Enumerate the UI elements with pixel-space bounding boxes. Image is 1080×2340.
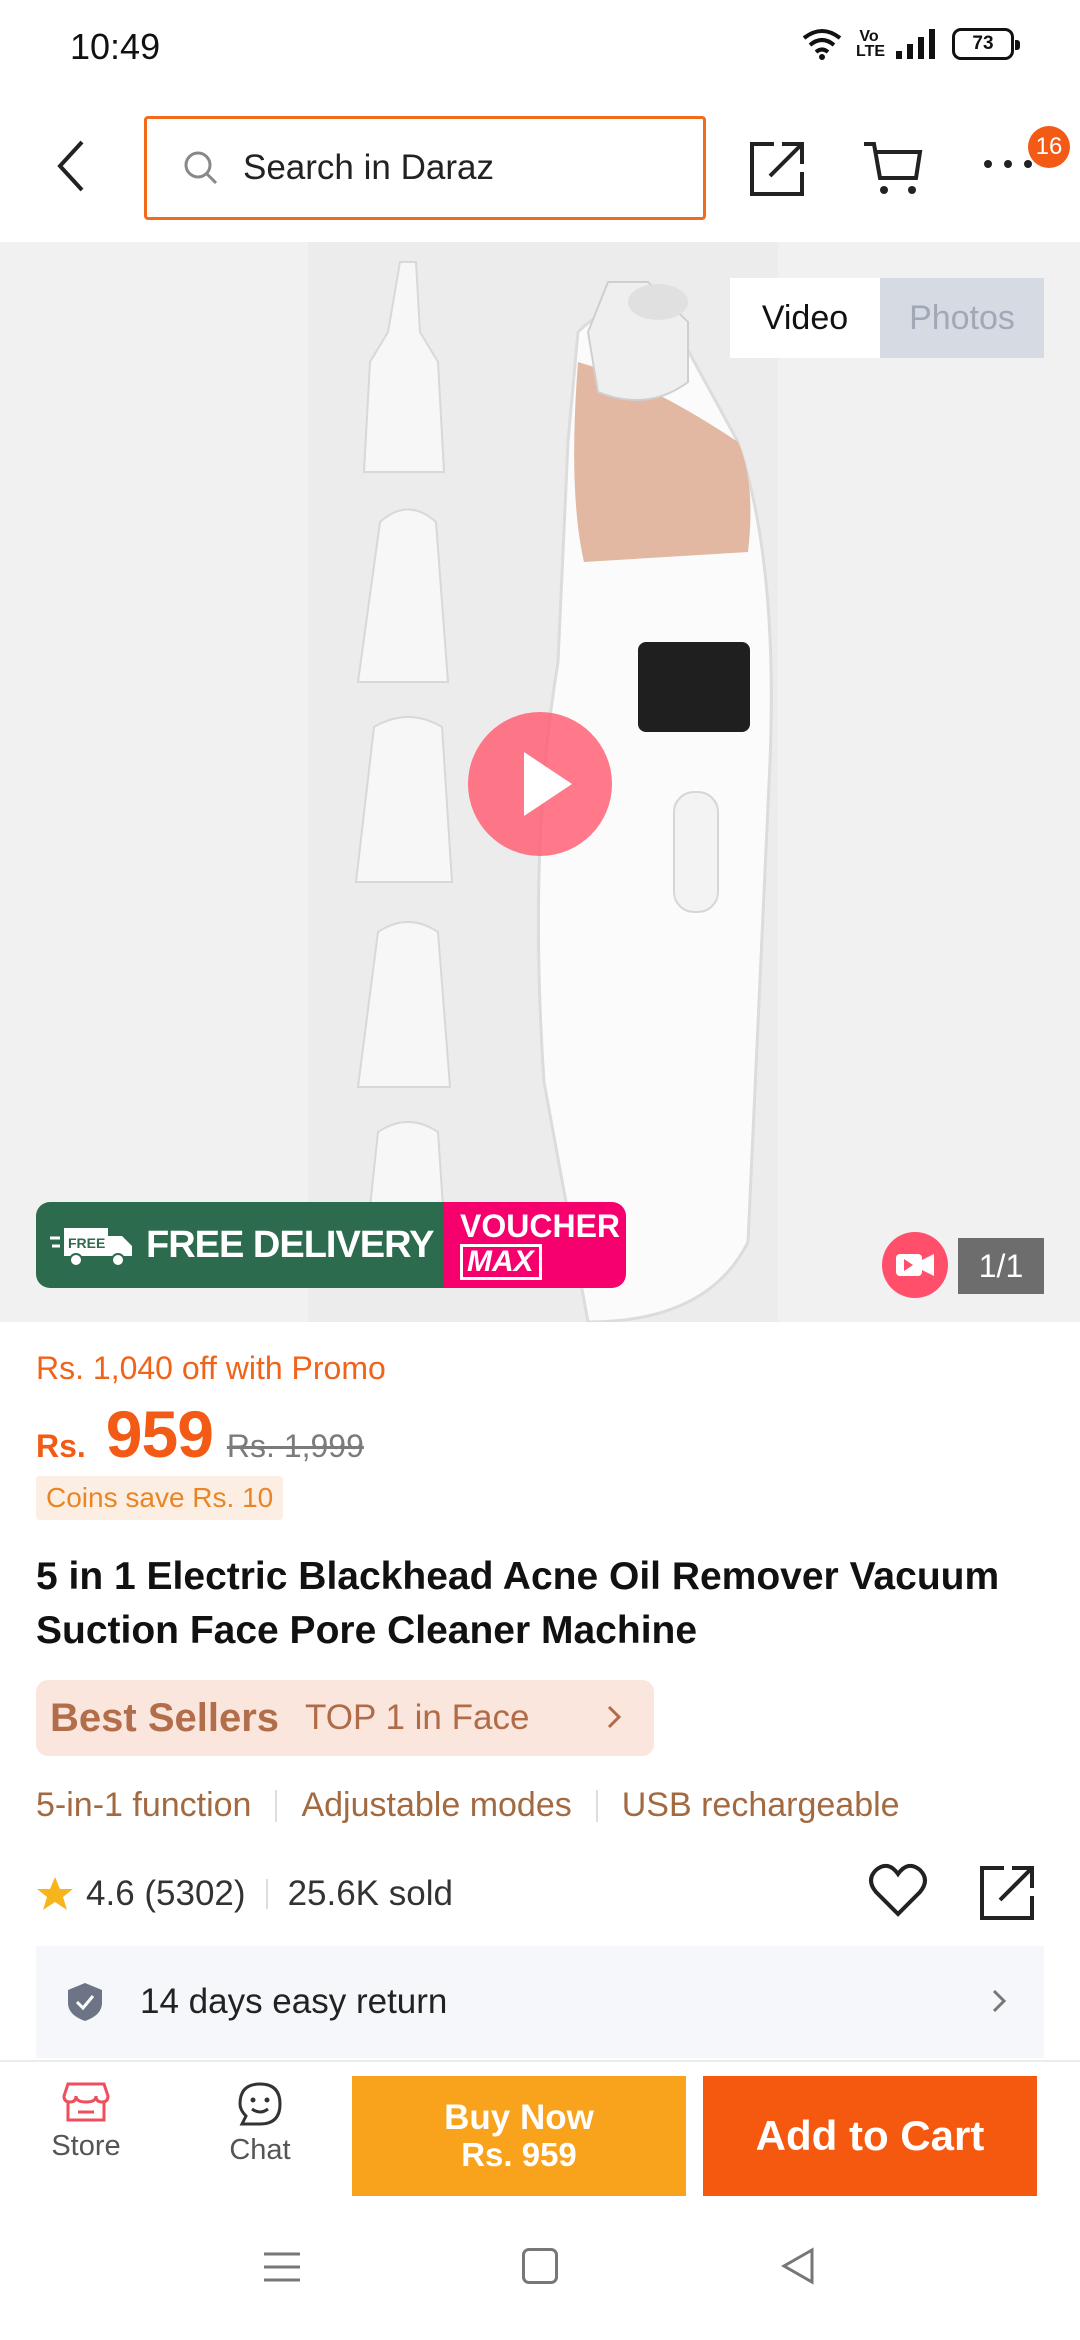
return-policy-row[interactable]: 14 days easy return xyxy=(36,1946,1044,2058)
tab-video[interactable]: Video xyxy=(730,278,880,358)
best-sellers-banner[interactable]: Best Sellers TOP 1 in Face xyxy=(36,1680,654,1756)
share-icon[interactable] xyxy=(748,138,808,198)
status-icons: Vo LTE 73 xyxy=(802,28,1020,60)
buy-now-price: Rs. 959 xyxy=(461,2136,577,2173)
rating-value: 4.6 (5302) xyxy=(86,1874,246,1913)
search-icon xyxy=(184,151,218,185)
add-to-cart-button[interactable]: Add to Cart xyxy=(703,2076,1037,2196)
free-delivery-banner: FREE FREE DELIVERY xyxy=(36,1202,444,1288)
bottom-action-bar: Store Chat Buy Now Rs. 959 Add to Cart xyxy=(0,2060,1080,2196)
original-price: Rs. 1,999 xyxy=(226,1428,364,1464)
store-button[interactable]: Store xyxy=(36,2080,136,2190)
buy-now-button[interactable]: Buy Now Rs. 959 xyxy=(352,2076,686,2196)
product-media[interactable]: Video Photos FREE FREE DELIVERY VOUCHER … xyxy=(0,242,1080,1322)
notification-badge: 16 xyxy=(1028,126,1070,168)
share-icon[interactable] xyxy=(978,1862,1038,1922)
product-title: 5 in 1 Electric Blackhead Acne Oil Remov… xyxy=(36,1555,1000,1652)
chat-icon xyxy=(238,2082,282,2126)
voucher-max-label: MAX xyxy=(460,1244,542,1280)
price-row: Rs. 959 Rs. 1,999 xyxy=(36,1396,364,1472)
feature-item: Adjustable modes xyxy=(301,1786,572,1824)
chevron-right-icon xyxy=(992,1989,1007,2013)
star-icon xyxy=(37,1877,73,1910)
price-value: 959 xyxy=(105,1397,214,1471)
status-bar: 10:49 Vo LTE 73 xyxy=(0,0,1080,96)
rating-row[interactable]: 4.6 (5302) 25.6K sold xyxy=(36,1866,453,1922)
system-nav-bar xyxy=(0,2196,1080,2340)
home-icon[interactable] xyxy=(522,2248,558,2284)
return-policy-label: 14 days easy return xyxy=(140,1982,448,2021)
promo-text[interactable]: Rs. 1,040 off with Promo xyxy=(36,1350,386,1387)
voucher-label: VOUCHER xyxy=(460,1208,621,1244)
recent-apps-icon[interactable] xyxy=(262,2250,302,2284)
best-sellers-logo: Best Sellers xyxy=(50,1695,280,1740)
chat-label: Chat xyxy=(229,2134,291,2166)
free-delivery-label: FREE DELIVERY xyxy=(146,1223,435,1266)
divider xyxy=(275,1789,278,1822)
battery-icon: 73 xyxy=(952,28,1020,60)
best-sellers-rank: TOP 1 in Face xyxy=(305,1698,530,1737)
store-label: Store xyxy=(51,2130,121,2162)
coins-badge: Coins save Rs. 10 xyxy=(36,1476,284,1520)
volte-icon: Vo LTE xyxy=(856,28,886,60)
chevron-right-icon xyxy=(607,1705,622,1729)
media-counter: 1/1 xyxy=(958,1238,1044,1294)
search-placeholder: Search in Daraz xyxy=(243,148,494,187)
divider xyxy=(595,1789,598,1822)
tab-photos[interactable]: Photos xyxy=(880,278,1044,358)
chat-button[interactable]: Chat xyxy=(210,2080,310,2190)
delivery-truck-icon: FREE xyxy=(50,1228,132,1267)
wifi-icon xyxy=(802,29,842,60)
cart-icon[interactable] xyxy=(862,138,924,198)
signal-icon xyxy=(896,29,935,59)
voucher-max-badge: VOUCHER MAX xyxy=(444,1202,626,1288)
feature-item: USB rechargeable xyxy=(621,1786,900,1824)
search-input[interactable]: Search in Daraz xyxy=(144,116,706,220)
back-triangle-icon[interactable] xyxy=(780,2246,816,2286)
svg-text:FREE: FREE xyxy=(68,1235,105,1251)
feature-item: 5-in-1 function xyxy=(36,1786,252,1824)
video-camera-icon[interactable] xyxy=(882,1232,948,1298)
buy-now-label: Buy Now xyxy=(444,2098,594,2137)
back-arrow-icon[interactable] xyxy=(44,136,104,196)
divider xyxy=(265,1879,268,1909)
play-button[interactable] xyxy=(468,712,612,856)
price-currency: Rs. xyxy=(36,1428,86,1464)
status-time: 10:49 xyxy=(70,26,161,67)
store-icon xyxy=(62,2082,110,2122)
media-tabs: Video Photos xyxy=(730,278,1044,358)
feature-list: 5-in-1 function Adjustable modes USB rec… xyxy=(36,1786,900,1825)
heart-icon[interactable] xyxy=(868,1862,928,1922)
header: Search in Daraz xyxy=(0,96,1080,242)
sold-count: 25.6K sold xyxy=(287,1874,453,1913)
shield-icon xyxy=(68,1983,102,2021)
